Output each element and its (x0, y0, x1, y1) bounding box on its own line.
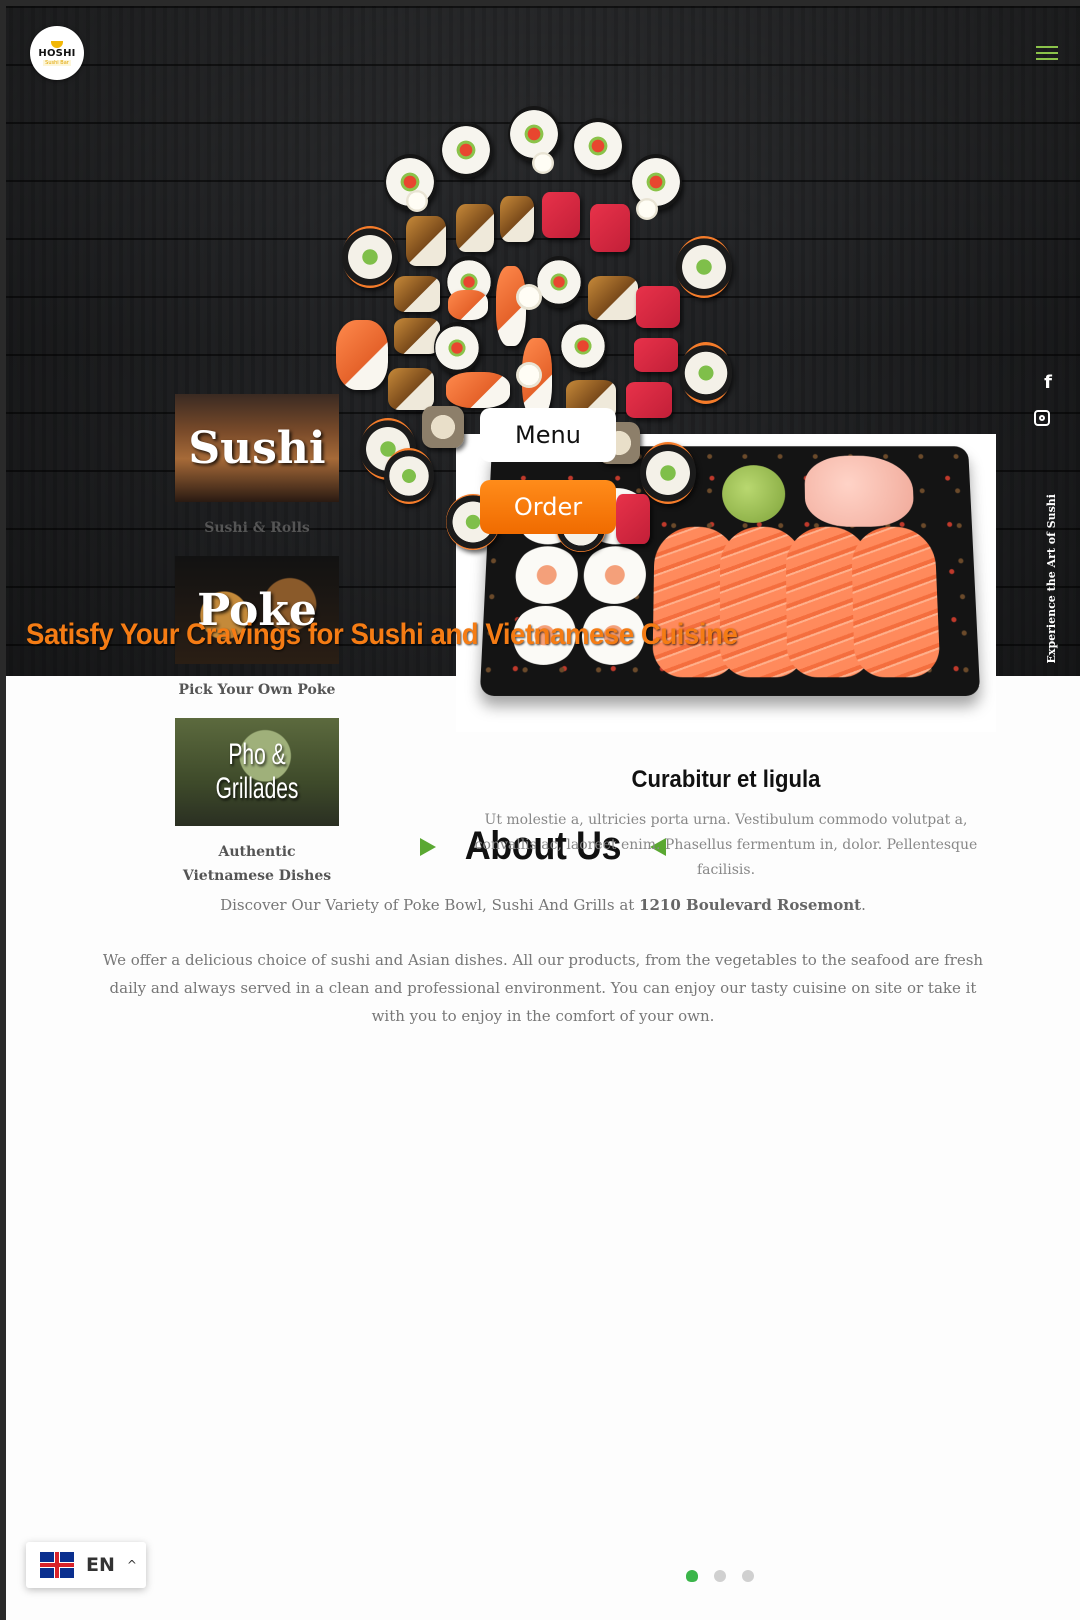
category-image-text: Sushi (188, 423, 325, 474)
logo-name: HOSHI (38, 49, 75, 59)
category-label[interactable]: Pick Your Own Poke (175, 678, 339, 702)
category-image[interactable]: Sushi (175, 394, 339, 502)
about-intro-suffix: . (861, 896, 866, 914)
about-intro: Discover Our Variety of Poke Bowl, Sushi… (6, 896, 1080, 914)
bowl-icon (51, 41, 63, 48)
slide-title: Curabitur et ligula (478, 766, 975, 794)
about-intro-text: Discover Our Variety of Poke Bowl, Sushi… (220, 896, 639, 914)
category-card-sushi[interactable]: Sushi Sushi & Rolls (175, 394, 339, 540)
category-card-vietnamese[interactable]: Pho & Grillades Authentic Vietnamese Dis… (175, 718, 339, 888)
slide-text: Ut molestie a, ultricies porta urna. Ves… (456, 808, 996, 883)
menu-button[interactable]: Menu (480, 408, 616, 462)
language-code: EN (86, 1554, 115, 1576)
about-paragraph: We offer a delicious choice of sushi and… (96, 946, 990, 1030)
arrow-right-icon (420, 838, 436, 856)
logo[interactable]: HOSHI Sushi Bar (30, 26, 84, 80)
slider-dot-1[interactable] (686, 1570, 698, 1582)
category-label[interactable]: Sushi & Rolls (175, 516, 339, 540)
category-image[interactable]: Pho & Grillades (175, 718, 339, 826)
chevron-up-icon: ^ (127, 1558, 137, 1572)
vertical-tagline: Experience the Art of Sushi (1045, 494, 1058, 664)
instagram-icon[interactable] (1034, 410, 1050, 426)
slider-dots (686, 1570, 754, 1582)
language-switcher[interactable]: EN ^ (26, 1542, 146, 1588)
address: 1210 Boulevard Rosemont (639, 896, 861, 914)
slider-dot-2[interactable] (714, 1570, 726, 1582)
category-image-text: Pho & Grillades (200, 738, 315, 806)
hero-title: Satisfy Your Cravings for Sushi and Viet… (26, 618, 737, 652)
uk-flag-icon (40, 1552, 74, 1578)
order-button[interactable]: Order (480, 480, 616, 534)
category-label[interactable]: Authentic Vietnamese Dishes (175, 840, 339, 888)
slider-dot-3[interactable] (742, 1570, 754, 1582)
hamburger-icon[interactable] (1036, 46, 1058, 64)
facebook-icon[interactable]: f (1044, 372, 1052, 393)
logo-subtitle: Sushi Bar (43, 60, 71, 66)
